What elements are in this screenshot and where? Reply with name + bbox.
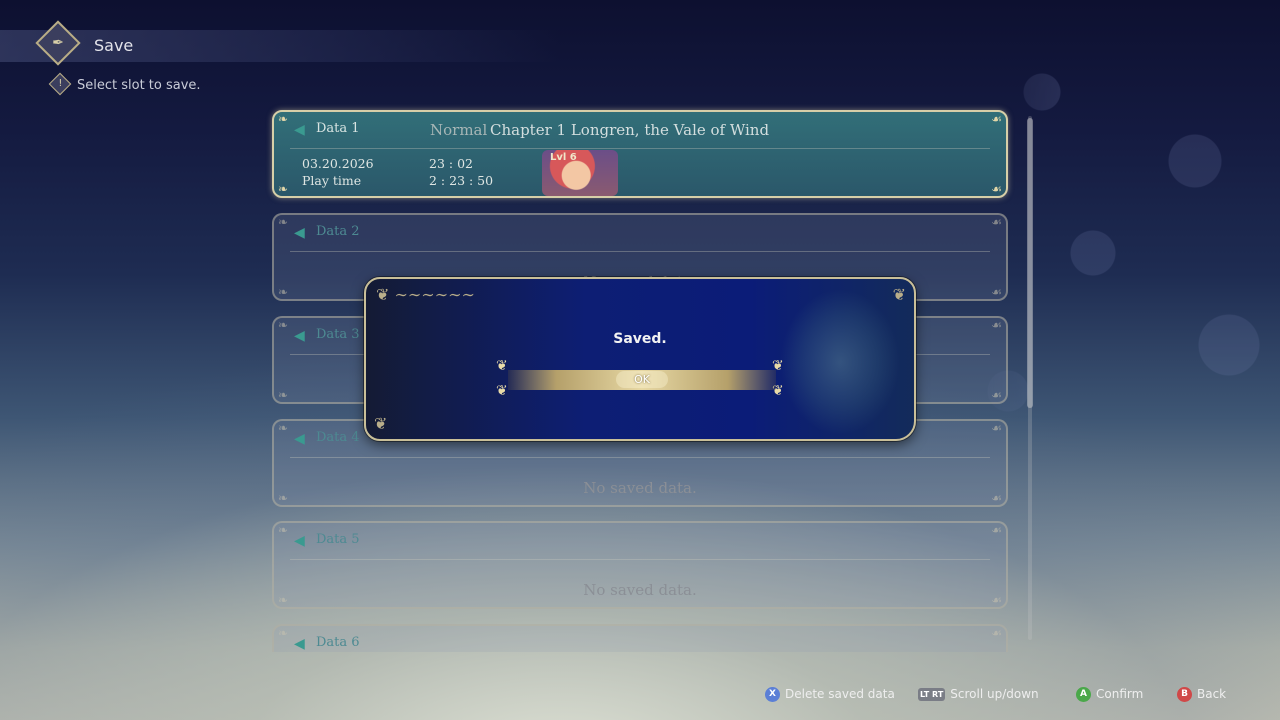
slot-label: Data 4 (316, 430, 360, 445)
footer-hint-delete[interactable]: X Delete saved data (765, 686, 895, 702)
slot-label: Data 1 (316, 121, 360, 136)
bracket-ornament: ❦ (496, 383, 508, 399)
corner-ornament: ❧ (278, 215, 289, 229)
slot-arrow-icon: ◀ (294, 225, 305, 241)
lt-rt-button-icon: LT RT (918, 687, 946, 701)
ok-button[interactable]: OK (508, 370, 776, 390)
playtime-label: Play time (302, 173, 362, 188)
playtime-value: 2 : 23 : 50 (429, 173, 494, 188)
level-badge: Lvl 6 (550, 152, 577, 163)
corner-ornament: ❧ (278, 182, 289, 196)
slot-arrow-icon: ◀ (294, 431, 305, 447)
slot-label: Data 3 (316, 327, 360, 342)
slot-label: Data 2 (316, 224, 360, 239)
b-button-icon: B (1177, 686, 1192, 702)
slot-label: Data 6 (316, 635, 360, 650)
save-date: 03.20.2026 (302, 156, 374, 171)
saved-dialog: ❦ ∼∼∼∼∼∼ ❦ ❦ Saved. ❦ ❦ ❦ ❦ OK (364, 277, 916, 441)
corner-ornament: ☙ (991, 388, 1002, 402)
save-slot-1[interactable]: ❧ ☙ ❧ ☙ ◀ Data 1 Normal Chapter 1 Longre… (272, 110, 1008, 198)
scrollbar-thumb[interactable] (1027, 118, 1033, 408)
chapter-label: Chapter 1 Longren, the Vale of Wind (490, 121, 770, 139)
page-title: Save (94, 36, 134, 55)
slot-arrow-icon: ◀ (294, 636, 305, 652)
ok-label: OK (616, 371, 668, 388)
corner-ornament: ☙ (991, 626, 1002, 640)
corner-ornament: ☙ (991, 421, 1002, 435)
corner-ornament: ❧ (278, 421, 289, 435)
save-time: 23 : 02 (429, 156, 473, 171)
corner-ornament: ☙ (991, 523, 1002, 537)
corner-ornament: ☙ (991, 215, 1002, 229)
difficulty-label: Normal (430, 121, 488, 139)
hint-text: Select slot to save. (77, 78, 201, 93)
empty-status: No saved data. (583, 581, 697, 599)
slot-arrow-icon: ◀ (294, 533, 305, 549)
dialog-message: Saved. (613, 331, 667, 347)
divider (290, 251, 990, 252)
flourish-ornament: ❦ (374, 414, 388, 433)
corner-ornament: ❧ (278, 523, 289, 537)
footer-hint-label: Confirm (1096, 687, 1144, 701)
corner-ornament: ☙ (991, 182, 1002, 196)
footer-hint-label: Back (1197, 687, 1227, 701)
corner-ornament: ☙ (991, 112, 1002, 126)
corner-ornament: ❧ (278, 318, 289, 332)
save-slot-6[interactable]: ❧ ☙ ◀ Data 6 (272, 624, 1008, 652)
footer-hint-back[interactable]: B Back (1177, 686, 1226, 702)
slot-arrow-icon: ◀ (294, 328, 305, 344)
bracket-ornament: ❦ (496, 358, 508, 374)
divider (290, 148, 990, 149)
ornament-pattern (780, 289, 900, 435)
divider (290, 559, 990, 560)
save-slot-5[interactable]: ❧ ☙ ❧ ☙ ◀ Data 5 No saved data. (272, 521, 1008, 609)
footer-hint-label: Delete saved data (785, 687, 895, 701)
corner-ornament: ☙ (991, 318, 1002, 332)
corner-ornament: ❧ (278, 112, 289, 126)
footer-hint-confirm[interactable]: A Confirm (1076, 686, 1143, 702)
corner-ornament: ❧ (278, 626, 289, 640)
flourish-ornament: ❦ ∼∼∼∼∼∼ (376, 285, 475, 304)
exclamation-icon: ! (48, 72, 72, 96)
header-bar (0, 30, 560, 62)
a-button-icon: A (1076, 686, 1091, 702)
flourish-ornament: ❦ (892, 285, 906, 304)
slot-arrow-icon: ◀ (294, 122, 305, 138)
divider (290, 457, 990, 458)
empty-status: No saved data. (583, 479, 697, 497)
x-button-icon: X (765, 686, 780, 702)
footer-hint-scroll[interactable]: LT RT Scroll up/down (918, 686, 1039, 702)
corner-ornament: ❧ (278, 388, 289, 402)
footer-hint-label: Scroll up/down (950, 687, 1039, 701)
slot-label: Data 5 (316, 532, 360, 547)
